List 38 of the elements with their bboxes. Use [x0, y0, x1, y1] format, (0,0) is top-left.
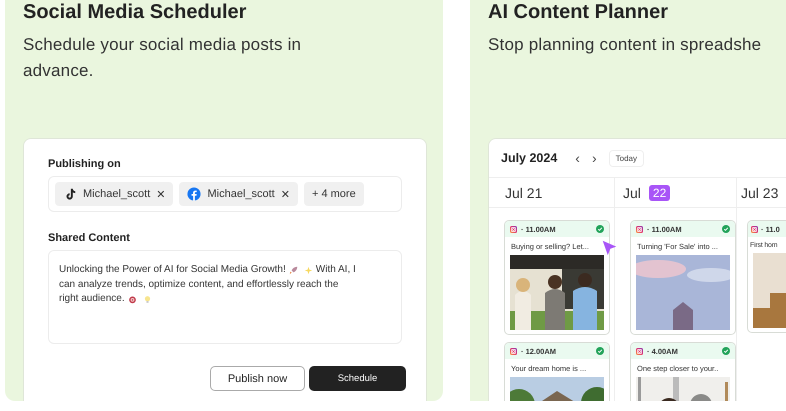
publish-button[interactable]: Publish now: [210, 366, 305, 391]
field-label: Publishing on: [48, 158, 122, 170]
card-title: Social Media Scheduler: [23, 0, 248, 24]
content-text: Unlocking the Power of AI for Social Media Growth!: [59, 263, 286, 277]
content-text: can analyze trends, optimize content, and effortlessly reach the: [59, 278, 338, 292]
account-chip[interactable]: Michael_scott ✕: [55, 182, 174, 206]
light-bulb-icon: [142, 294, 152, 304]
pointer-icon: [601, 239, 618, 256]
accounts-field[interactable]: Michael_scott ✕ Michael_scott ✕ + 4 more: [48, 176, 402, 212]
camera-icon: [510, 348, 517, 354]
sparkle-icon: [304, 266, 313, 275]
rocket-icon: [288, 266, 298, 275]
day-label[interactable]: Jul 23: [741, 184, 778, 200]
today-button[interactable]: Today: [608, 150, 644, 166]
camera-icon: [636, 226, 643, 232]
camera-icon: [636, 348, 643, 354]
content-text: With AI, I: [316, 263, 356, 277]
card-subtitle: Schedule your social media posts in advance.: [23, 34, 302, 82]
schedule-button[interactable]: Schedule: [309, 366, 406, 391]
content-field[interactable]: Unlocking the Power of AI for Social Media Growth! With AI, I can analyze trends, optimize content, and effortlessly reach the right audience.: [48, 250, 402, 344]
camera-icon: [751, 226, 758, 232]
next-button[interactable]: ›: [592, 150, 597, 166]
remove-icon[interactable]: ✕: [280, 188, 290, 200]
facebook-icon: [187, 187, 202, 201]
date-badge[interactable]: 22: [648, 184, 670, 200]
camera-icon: [510, 226, 517, 232]
card-subtitle: Stop planning content in spreadshe: [488, 34, 762, 56]
content-text: right audience.: [59, 292, 125, 306]
card-title: AI Content Planner: [488, 0, 670, 24]
remove-icon[interactable]: ✕: [156, 188, 166, 200]
month-title: July 2024: [501, 151, 558, 165]
account-chip[interactable]: + 4 more: [304, 182, 364, 206]
day-label[interactable]: Jul 21: [505, 184, 542, 200]
target-icon: [128, 294, 137, 304]
previous-button[interactable]: ‹: [575, 150, 580, 166]
field-label: Shared Content: [48, 232, 131, 244]
account-chip[interactable]: Michael_scott ✕: [179, 182, 298, 206]
day-label: Jul: [623, 184, 641, 200]
